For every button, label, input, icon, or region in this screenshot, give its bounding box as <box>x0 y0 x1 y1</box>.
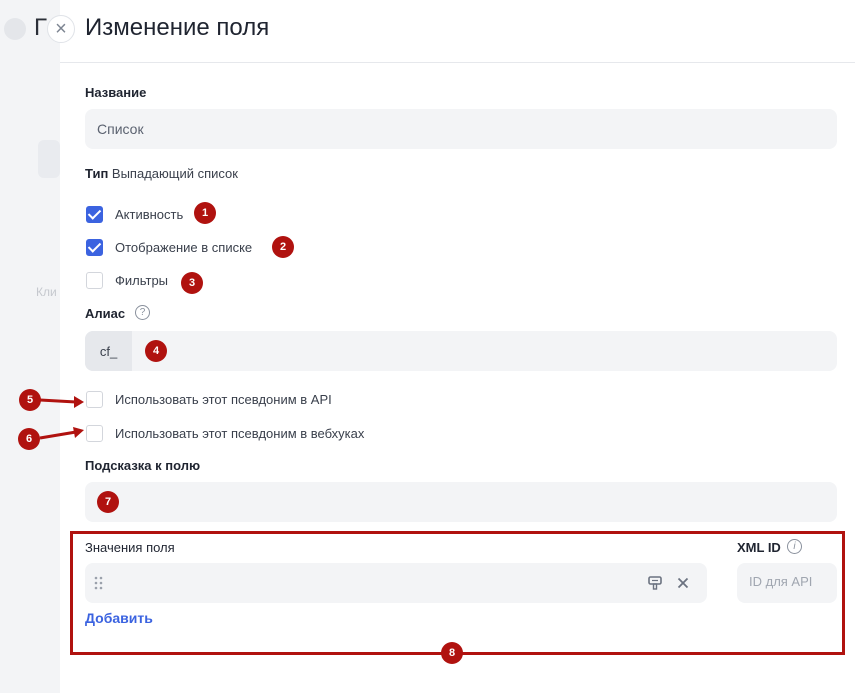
xml-id-input[interactable]: ID для API <box>737 563 837 603</box>
drag-handle-icon[interactable] <box>94 576 104 590</box>
annotation-badge: 6 <box>18 428 40 450</box>
values-label: Значения поля <box>85 540 175 555</box>
add-value-link[interactable]: Добавить <box>85 610 153 626</box>
xml-id-label: XML ID <box>737 540 781 555</box>
annotation-badge: 7 <box>97 491 119 513</box>
paint-brush-icon[interactable] <box>647 575 663 591</box>
alias-webhook-label: Использовать этот псевдоним в вебхуках <box>115 426 365 441</box>
info-icon[interactable]: i <box>787 539 802 554</box>
annotation-badge: 8 <box>441 642 463 664</box>
delete-icon[interactable] <box>677 577 689 589</box>
value-input[interactable] <box>85 563 707 603</box>
hint-input[interactable] <box>85 482 837 522</box>
hint-label: Подсказка к полю <box>85 458 201 473</box>
alias-webhook-checkbox[interactable] <box>86 425 103 442</box>
xml-id-placeholder: ID для API <box>749 574 813 589</box>
